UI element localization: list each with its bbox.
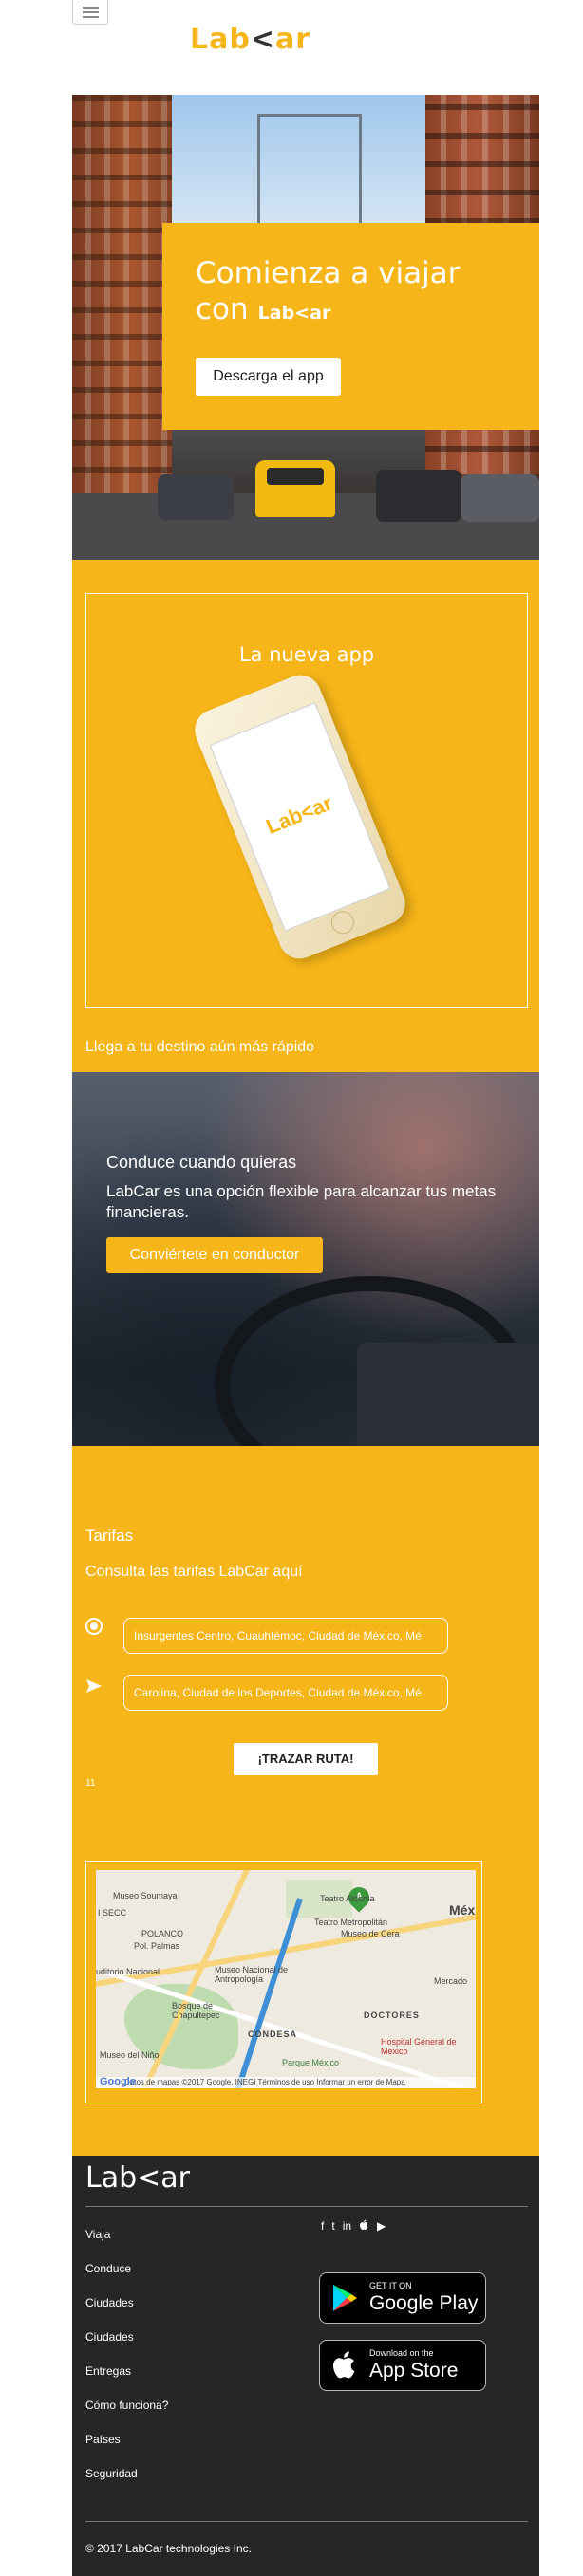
footer-logo[interactable]: Lab<ar: [85, 2161, 190, 2195]
hamburger-line: [83, 11, 99, 13]
map-label: Mercado: [434, 1976, 468, 1986]
linkedin-icon[interactable]: in: [343, 2219, 351, 2233]
app-store-big-text: App Store: [369, 2360, 459, 2381]
map-label: CONDESA: [248, 2029, 298, 2039]
hero-banner: Comienza a viajar con Lab<ar Descarga el …: [72, 95, 539, 560]
hero-card: Comienza a viajar con Lab<ar Descarga el …: [162, 223, 539, 430]
dashboard-image: [357, 1343, 539, 1446]
map-label: Teatro Metropolitán: [314, 1918, 388, 1927]
hero-title-line1: Comienza a viajar: [196, 256, 461, 290]
map-label: Museo del Niño: [100, 2050, 160, 2060]
facebook-icon[interactable]: f: [321, 2219, 324, 2233]
hero-building-left: [72, 95, 172, 493]
download-app-button[interactable]: Descarga el app: [196, 358, 341, 396]
driver-title: Conduce cuando quieras: [106, 1153, 297, 1172]
map-label: Museo Soumaya: [113, 1891, 178, 1900]
route-result: 11: [85, 1778, 96, 1788]
map-attribution[interactable]: Datos de mapas ©2017 Google, INEGI Térmi…: [96, 2077, 476, 2088]
map-label: I SECC: [98, 1908, 127, 1918]
site-header: Lab<ar: [0, 0, 583, 95]
hero-car: [158, 474, 234, 520]
map-label: Museo Nacional de Antropología: [215, 1965, 289, 1984]
map-label: POLANCO: [141, 1929, 184, 1938]
google-play-big-text: Google Play: [369, 2292, 479, 2314]
origin-input[interactable]: [123, 1618, 448, 1654]
rates-subtitle: Consulta las tarifas LabCar aquí: [85, 1564, 303, 1580]
apple-logo-icon: [333, 2351, 355, 2379]
copyright: © 2017 LabCar technologies Inc.: [85, 2542, 252, 2555]
google-logo: Google: [100, 2076, 136, 2087]
footer-link-viaja[interactable]: Viaja: [85, 2228, 110, 2241]
phone-mockup: Lab<ar: [188, 668, 412, 966]
map-label: Parque México: [282, 2058, 340, 2067]
footer-divider: [85, 2206, 528, 2207]
footer-link-conduce[interactable]: Conduce: [85, 2262, 131, 2275]
origin-radio-icon: [85, 1618, 103, 1635]
hero-car: [376, 470, 461, 522]
footer-link-entregas[interactable]: Entregas: [85, 2364, 131, 2378]
app-section-title: La nueva app: [238, 643, 375, 666]
google-play-small-text: GET IT ON: [369, 2281, 412, 2290]
map-label: Teatro Aldama: [320, 1894, 375, 1903]
map-label: uditorio Nacional: [96, 1967, 160, 1976]
site-logo[interactable]: Lab<ar: [190, 23, 310, 56]
app-store-button[interactable]: Download on the App Store: [319, 2340, 486, 2391]
new-app-section: La nueva app Lab<ar Llega a tu destino a…: [72, 560, 539, 1072]
hero-taxi: [255, 460, 335, 517]
footer-link-ciudades[interactable]: Ciudades: [85, 2296, 134, 2309]
footer-link-paises[interactable]: Países: [85, 2433, 121, 2446]
trace-route-button[interactable]: ¡TRAZAR RUTA!: [234, 1743, 378, 1775]
phone-screen: Lab<ar: [209, 702, 391, 932]
send-arrow-icon: [85, 1677, 103, 1695]
menu-toggle-button[interactable]: [72, 0, 108, 25]
app-caption: Llega a tu destino aún más rápido: [85, 1039, 315, 1055]
map-label: DOCTORES: [364, 2011, 420, 2020]
hero-title: Comienza a viajar con Lab<ar: [196, 255, 460, 331]
app-frame: La nueva app Lab<ar: [85, 593, 528, 1008]
phone-screen-logo: Lab<ar: [262, 790, 336, 839]
rates-section: Tarifas Consulta las tarifas LabCar aquí…: [72, 1446, 539, 2156]
driver-section: Conduce cuando quieras LabCar es una opc…: [72, 1072, 539, 1446]
google-play-button[interactable]: GET IT ON Google Play: [319, 2272, 486, 2324]
hamburger-line: [83, 16, 99, 18]
map-label: Bosque de Chapultepec: [172, 2001, 220, 2020]
footer-link-seguridad[interactable]: Seguridad: [85, 2467, 138, 2480]
hero-bridge: [257, 114, 362, 228]
apple-icon[interactable]: [359, 2219, 369, 2233]
app-store-small-text: Download on the: [369, 2348, 434, 2358]
hero-title-line2: con: [196, 292, 249, 326]
youtube-icon[interactable]: ▶: [377, 2219, 386, 2233]
route-map[interactable]: A Museo Soumaya I SECC POLANCO Pol. Palm…: [96, 1870, 476, 2088]
map-label: Méx: [449, 1902, 476, 1918]
google-play-icon: [333, 2285, 357, 2311]
site-footer: Lab<ar Viaja Conduce Ciudades Ciudades E…: [72, 2156, 539, 2576]
become-driver-button[interactable]: Conviértete en conductor: [106, 1237, 323, 1273]
footer-link-como-funciona[interactable]: Cómo funciona?: [85, 2399, 168, 2412]
footer-divider: [85, 2521, 528, 2522]
map-label: Museo de Cera: [341, 1929, 400, 1938]
hero-car: [461, 474, 539, 522]
map-label: Hospital General de México: [381, 2037, 457, 2056]
map-frame: A Museo Soumaya I SECC POLANCO Pol. Palm…: [85, 1861, 482, 2103]
twitter-icon[interactable]: t: [331, 2219, 334, 2233]
footer-link-ciudades-2[interactable]: Ciudades: [85, 2330, 134, 2344]
map-label: Pol. Palmas: [134, 1941, 180, 1951]
hero-inline-logo: Lab<ar: [257, 303, 331, 324]
rates-title: Tarifas: [85, 1527, 134, 1545]
driver-description: LabCar es una opción flexible para alcan…: [106, 1182, 497, 1221]
hamburger-line: [83, 7, 99, 9]
social-links: f t in ▶: [321, 2219, 386, 2233]
destination-input[interactable]: [123, 1675, 448, 1711]
